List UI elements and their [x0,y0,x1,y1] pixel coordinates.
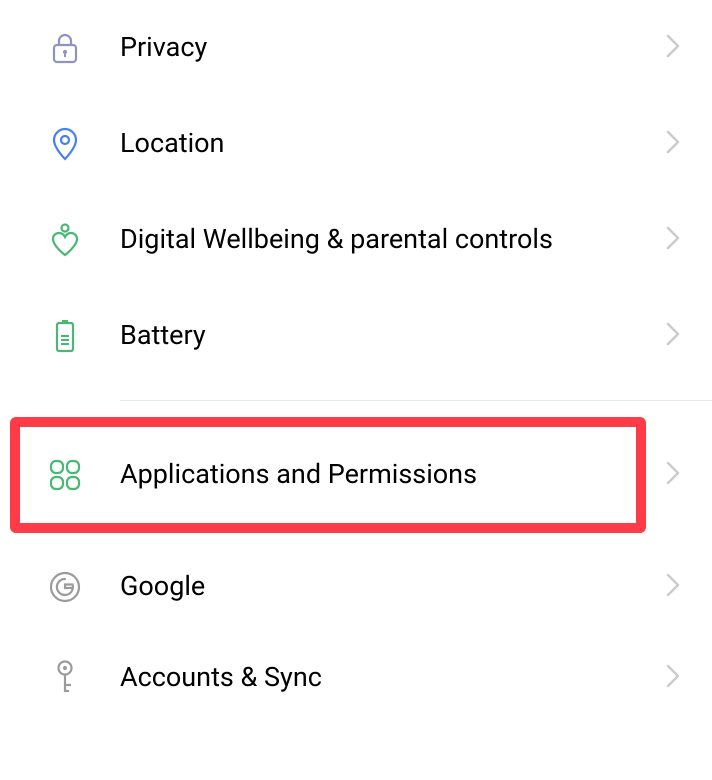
chevron-right-icon [666,322,680,350]
highlighted-row: Applications and Permissions [0,417,712,533]
settings-item-label: Google [120,569,662,604]
chevron-right-icon [666,34,680,62]
settings-item-label: Privacy [120,30,662,65]
section-divider [120,400,712,401]
settings-item-label: Battery [120,318,662,353]
chevron-right-icon [666,461,680,489]
google-icon [48,570,82,604]
settings-item-google[interactable]: Google [0,539,712,635]
settings-item-accounts[interactable]: Accounts & Sync [0,635,712,705]
highlight-box: Applications and Permissions [10,417,646,533]
key-icon [48,661,82,695]
settings-item-wellbeing[interactable]: Digital Wellbeing & parental controls [0,192,712,288]
location-icon [48,127,82,161]
settings-item-privacy[interactable]: Privacy [0,0,712,96]
chevron-right-icon [666,573,680,601]
settings-item-label: Accounts & Sync [120,660,662,695]
battery-icon [48,319,82,353]
lock-icon [48,31,82,65]
chevron-right-icon [666,130,680,158]
settings-item-label: Digital Wellbeing & parental controls [120,222,662,257]
grid-icon [48,458,82,492]
settings-item-label: Applications and Permissions [120,457,616,492]
heart-person-icon [48,223,82,257]
settings-list: Privacy Location Digit [0,0,712,705]
settings-item-location[interactable]: Location [0,96,712,192]
settings-item-label: Location [120,126,662,161]
chevron-right-icon [666,664,680,692]
chevron-right-icon [666,226,680,254]
settings-item-apps[interactable]: Applications and Permissions [20,427,636,523]
settings-item-battery[interactable]: Battery [0,288,712,384]
